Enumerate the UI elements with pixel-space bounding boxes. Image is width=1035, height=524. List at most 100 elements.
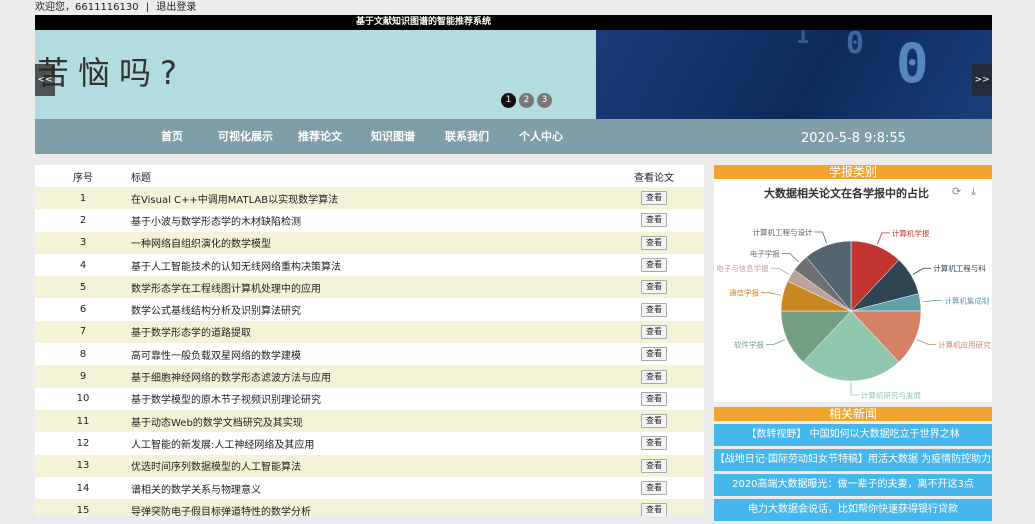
col-header-view: 查看论文: [604, 165, 704, 187]
view-cell: 查看: [604, 209, 704, 232]
paper-title[interactable]: 数学公式基线结构分析及识别算法研究: [131, 298, 604, 321]
row-number: 9: [35, 365, 131, 388]
view-paper-button[interactable]: 查看: [641, 458, 667, 473]
view-cell: 查看: [604, 365, 704, 388]
paper-title[interactable]: 基于动态Web的数学文档研究及其实现: [131, 409, 604, 433]
paper-title[interactable]: 谱相关的数学关系与物理意义: [131, 476, 604, 500]
pie-label: 电子学报: [750, 248, 780, 258]
paper-title[interactable]: 基于数学形态学的道路提取: [131, 320, 604, 344]
paper-title[interactable]: 基于小波与数学形态学的木材缺陷检测: [131, 209, 604, 232]
view-cell: 查看: [604, 276, 704, 299]
paper-title[interactable]: 优选时间序列数据模型的人工智能算法: [131, 454, 604, 477]
paper-title[interactable]: 在Visual C++中调用MATLAB以实现数学算法: [131, 187, 604, 210]
separator: |: [145, 2, 150, 13]
news-item-text[interactable]: 电力大数据会说话，比如帮你快速获得银行贷款: [748, 504, 958, 515]
carousel-dot[interactable]: 3: [537, 93, 552, 108]
pie-label: 电子与信息学报: [716, 263, 769, 273]
col-header-no: 序号: [35, 165, 131, 187]
row-number: 15: [35, 499, 131, 516]
journal-pie-chart: 大数据相关论文在各学报中的占比 ⟳ ⤓ 计算机学报 计算机工程与科 计算机集成制 计算…: [714, 179, 992, 402]
nav-contact[interactable]: 联系我们: [445, 119, 489, 154]
pie-label-line: [877, 232, 890, 245]
pie-label-line: [765, 339, 786, 345]
table-row: 10 基于数学模型的原木节子视频识别理论研究 查看: [35, 387, 704, 410]
carousel-dot[interactable]: 1: [501, 93, 516, 108]
nav-knowledge-graph[interactable]: 知识图谱: [371, 119, 415, 154]
view-paper-button[interactable]: 查看: [641, 235, 667, 250]
view-paper-button[interactable]: 查看: [641, 481, 667, 495]
view-paper-button[interactable]: 查看: [641, 258, 667, 273]
view-cell: 查看: [604, 253, 704, 277]
binary-decor: 1: [796, 30, 810, 49]
view-paper-button[interactable]: 查看: [641, 369, 667, 384]
paper-title[interactable]: 导弹突防电子假目标弹道特性的数学分析: [131, 499, 604, 516]
datetime-display: 2020-5-8 9:8:55: [801, 131, 906, 146]
binary-decor: 0: [846, 30, 865, 61]
col-header-title: 标题: [131, 165, 604, 187]
row-number: 11: [35, 409, 131, 433]
paper-title[interactable]: 一种网络自组织演化的数学模型: [131, 231, 604, 254]
banner-carousel: 苦恼吗? 0 1 0 << >> 1 2 3: [35, 30, 992, 119]
row-number: 1: [35, 187, 131, 210]
paper-title[interactable]: 基于细胞神经网络的数学形态滤波方法与应用: [131, 365, 604, 388]
news-item-text[interactable]: 2020高端大数据曝光：做一辈子的夫妻，离不开这3点: [732, 479, 974, 490]
table-row: 11 基于动态Web的数学文档研究及其实现 查看: [35, 409, 704, 433]
row-number: 7: [35, 320, 131, 344]
right-sidebar: 学报类别 大数据相关论文在各学报中的占比 ⟳ ⤓ 计算机学报 计算机工程与科 计算机…: [714, 165, 992, 524]
news-item[interactable]: 【战地日记·国际劳动妇女节特稿】用活大数据 为疫情防控助力: [714, 449, 992, 471]
paper-title[interactable]: 人工智能的新发展:人工神经网络及其应用: [131, 432, 604, 455]
view-cell: 查看: [604, 387, 704, 410]
paper-title[interactable]: 数学形态学在工程线图计算机处理中的应用: [131, 276, 604, 299]
row-number: 5: [35, 276, 131, 299]
view-paper-button[interactable]: 查看: [641, 324, 667, 339]
paper-title[interactable]: 高可靠性一般负载双星网络的数学建模: [131, 343, 604, 366]
pie-chart-svg: 计算机学报计算机工程与科计算机集成制计算机应用研究计算机研究与发展 软件学报 通信学…: [716, 227, 991, 400]
view-paper-button[interactable]: 查看: [641, 280, 667, 295]
view-cell: 查看: [604, 454, 704, 477]
news-item-text[interactable]: 【战地日记·国际劳动妇女节特稿】用活大数据 为疫情防控助力: [715, 454, 991, 465]
news-item[interactable]: 电力大数据会说话，比如帮你快速获得银行贷款: [714, 499, 992, 521]
logout-link[interactable]: 退出登录: [156, 2, 196, 13]
news-item[interactable]: 【数转视野】 中国如何以大数据吃立于世界之林: [714, 424, 992, 446]
news-section: 相关新闻 【数转视野】 中国如何以大数据吃立于世界之林 【战地日记·国际劳动妇女…: [714, 407, 992, 521]
news-item-text[interactable]: 【数转视野】 中国如何以大数据吃立于世界之林: [746, 429, 959, 440]
news-header: 相关新闻: [714, 407, 992, 421]
view-paper-button[interactable]: 查看: [641, 347, 667, 362]
table-row: 3 一种网络自组织演化的数学模型 查看: [35, 231, 704, 254]
paper-title[interactable]: 基于人工智能技术的认知无线网络重构决策算法: [131, 253, 604, 277]
view-paper-button[interactable]: 查看: [641, 436, 667, 451]
pie-label: 计算机学报: [892, 228, 930, 238]
binary-decor: 0: [896, 32, 929, 95]
view-paper-button[interactable]: 查看: [641, 503, 667, 516]
carousel-prev-button[interactable]: <<: [35, 64, 55, 96]
table-header-row: 序号 标题 查看论文: [35, 165, 704, 187]
refresh-icon[interactable]: ⟳: [952, 185, 961, 198]
carousel-next-button[interactable]: >>: [972, 64, 992, 96]
paper-title[interactable]: 基于数学模型的原木节子视频识别理论研究: [131, 387, 604, 410]
pie-label: 计算机应用研究: [938, 339, 991, 349]
view-paper-button[interactable]: 查看: [641, 302, 667, 317]
table-row: 2 基于小波与数学形态学的木材缺陷检测 查看: [35, 209, 704, 232]
table-row: 1 在Visual C++中调用MATLAB以实现数学算法 查看: [35, 187, 704, 210]
pie-label: 计算机工程与设计: [753, 227, 813, 237]
nav-home[interactable]: 首页: [161, 119, 183, 154]
news-item[interactable]: 2020高端大数据曝光：做一辈子的夫妻，离不开这3点: [714, 474, 992, 496]
banner-slide-right: 0 1 0: [596, 30, 992, 119]
nav-visualization[interactable]: 可视化展示: [218, 119, 273, 154]
paper-list-panel: 序号 标题 查看论文 1 在Visual C++中调用MATLAB以实现数学算法查…: [35, 165, 704, 516]
nav-recommend[interactable]: 推荐论文: [298, 119, 342, 154]
view-paper-button[interactable]: 查看: [641, 191, 667, 206]
table-row: 14 谱相关的数学关系与物理意义 查看: [35, 476, 704, 500]
pie-label-line: [814, 231, 827, 244]
view-paper-button[interactable]: 查看: [641, 414, 667, 429]
nav-profile[interactable]: 个人中心: [519, 119, 563, 154]
view-paper-button[interactable]: 查看: [641, 213, 667, 228]
row-number: 4: [35, 253, 131, 277]
carousel-dot[interactable]: 2: [519, 93, 534, 108]
download-icon[interactable]: ⤓: [971, 185, 976, 199]
view-paper-button[interactable]: 查看: [641, 391, 667, 406]
view-cell: 查看: [604, 187, 704, 210]
pie-label-line: [770, 267, 790, 275]
table-row: 13 优选时间序列数据模型的人工智能算法 查看: [35, 454, 704, 477]
pie-label-line: [850, 383, 859, 396]
